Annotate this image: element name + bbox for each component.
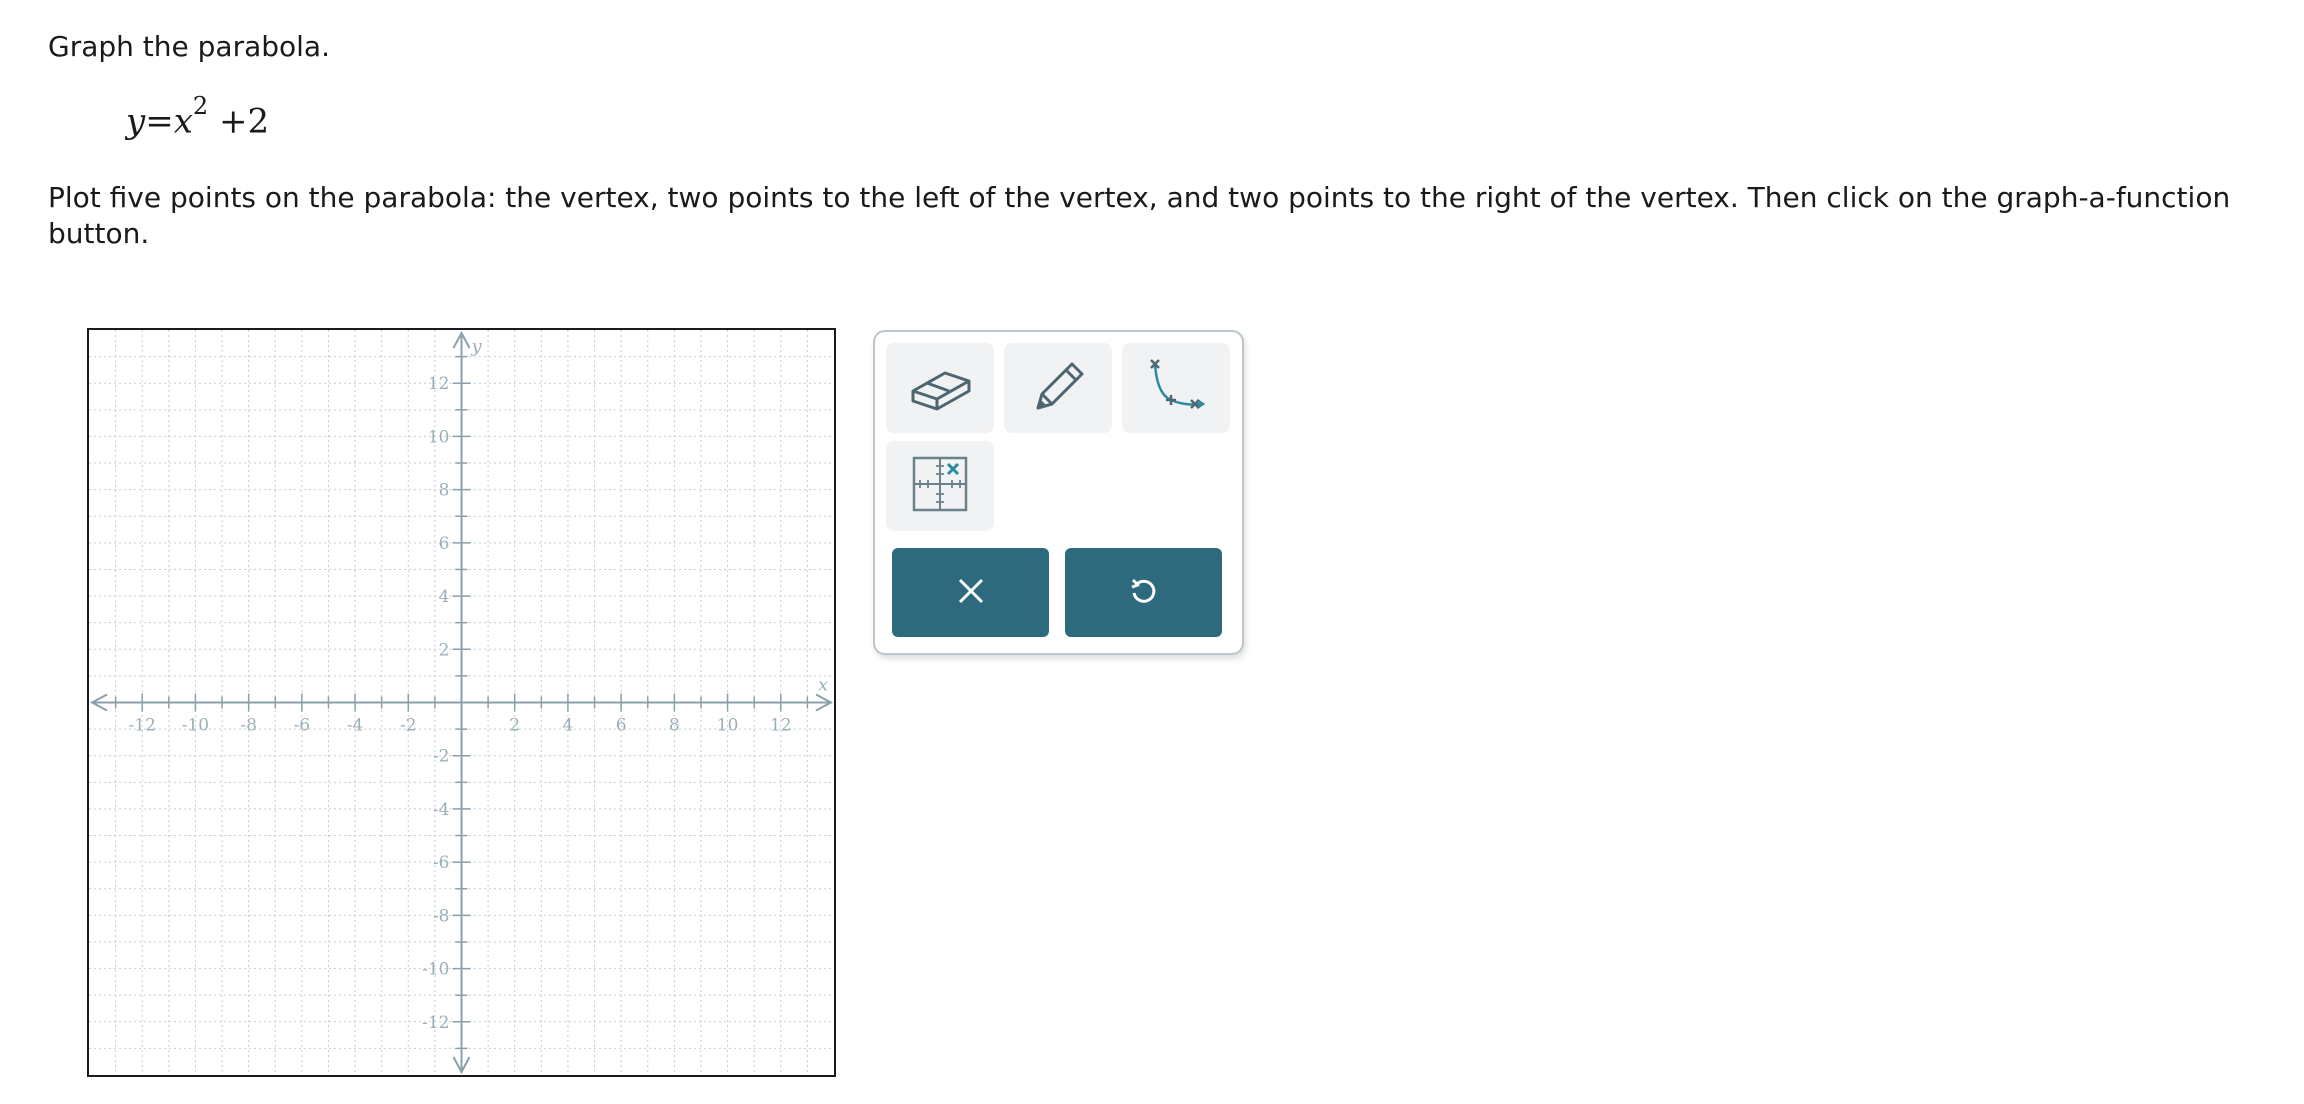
y-axis-label: y — [471, 336, 483, 357]
x-tick-label: 8 — [669, 716, 680, 736]
eraser-icon — [907, 361, 973, 415]
x-tick-label: -6 — [294, 716, 311, 736]
y-tick-label: -4 — [433, 800, 450, 820]
coordinate-plane[interactable]: -12 -10 -8 -6 -4 -2 2 4 6 8 10 12 12 10 8 6 4 2 -2 -4 -6 -8 -1… — [89, 330, 834, 1075]
graph-area[interactable]: -12 -10 -8 -6 -4 -2 2 4 6 8 10 12 12 10 8 6 4 2 -2 -4 -6 -8 -1… — [87, 328, 836, 1077]
y-tick-label: -6 — [433, 853, 450, 873]
equation-equals: = — [145, 101, 174, 142]
graph-function-icon — [1141, 354, 1211, 422]
undo-button[interactable] — [1065, 548, 1222, 637]
x-axis-label: x — [818, 675, 828, 696]
graph-a-function-button[interactable] — [1122, 343, 1230, 433]
y-tick-label: -2 — [433, 747, 450, 767]
y-tick-label: 12 — [428, 374, 450, 394]
equation-exponent: 2 — [192, 92, 209, 120]
x-tick-label: 12 — [770, 716, 792, 736]
equation-rest: +2 — [219, 101, 270, 142]
y-tick-label: -8 — [433, 906, 450, 926]
x-tick-label: 10 — [717, 716, 739, 736]
y-tick-label: 6 — [439, 534, 450, 554]
point-grid-button[interactable] — [886, 441, 994, 531]
x-tick-label: -2 — [400, 716, 417, 736]
y-tick-label: 4 — [439, 587, 450, 607]
x-tick-label: -8 — [240, 716, 257, 736]
x-tick-label: -10 — [182, 716, 209, 736]
pencil-icon — [1028, 356, 1088, 420]
x-tick-label: -4 — [347, 716, 364, 736]
close-icon — [957, 577, 985, 609]
x-tick-label: -12 — [129, 716, 156, 736]
y-tick-label: -12 — [422, 1013, 449, 1033]
equation-base: x — [173, 101, 193, 142]
y-tick-label: 2 — [439, 640, 450, 660]
x-tick-label: 2 — [509, 716, 520, 736]
x-tick-label: 4 — [563, 716, 574, 736]
undo-icon — [1128, 575, 1160, 611]
x-tick-label: 6 — [616, 716, 627, 736]
y-tick-label: 10 — [428, 427, 450, 447]
eraser-button[interactable] — [886, 343, 994, 433]
toolbox — [873, 330, 1244, 655]
equation: y=x2 +2 — [126, 92, 270, 142]
point-grid-icon — [910, 454, 970, 518]
clear-button[interactable] — [892, 548, 1049, 637]
equation-lhs: y — [126, 101, 146, 142]
y-tick-label: 8 — [439, 481, 450, 501]
y-tick-label: -10 — [422, 960, 449, 980]
problem-prompt: Graph the parabola. — [48, 30, 330, 63]
pencil-button[interactable] — [1004, 343, 1112, 433]
instructions: Plot five points on the parabola: the ve… — [48, 181, 2231, 250]
